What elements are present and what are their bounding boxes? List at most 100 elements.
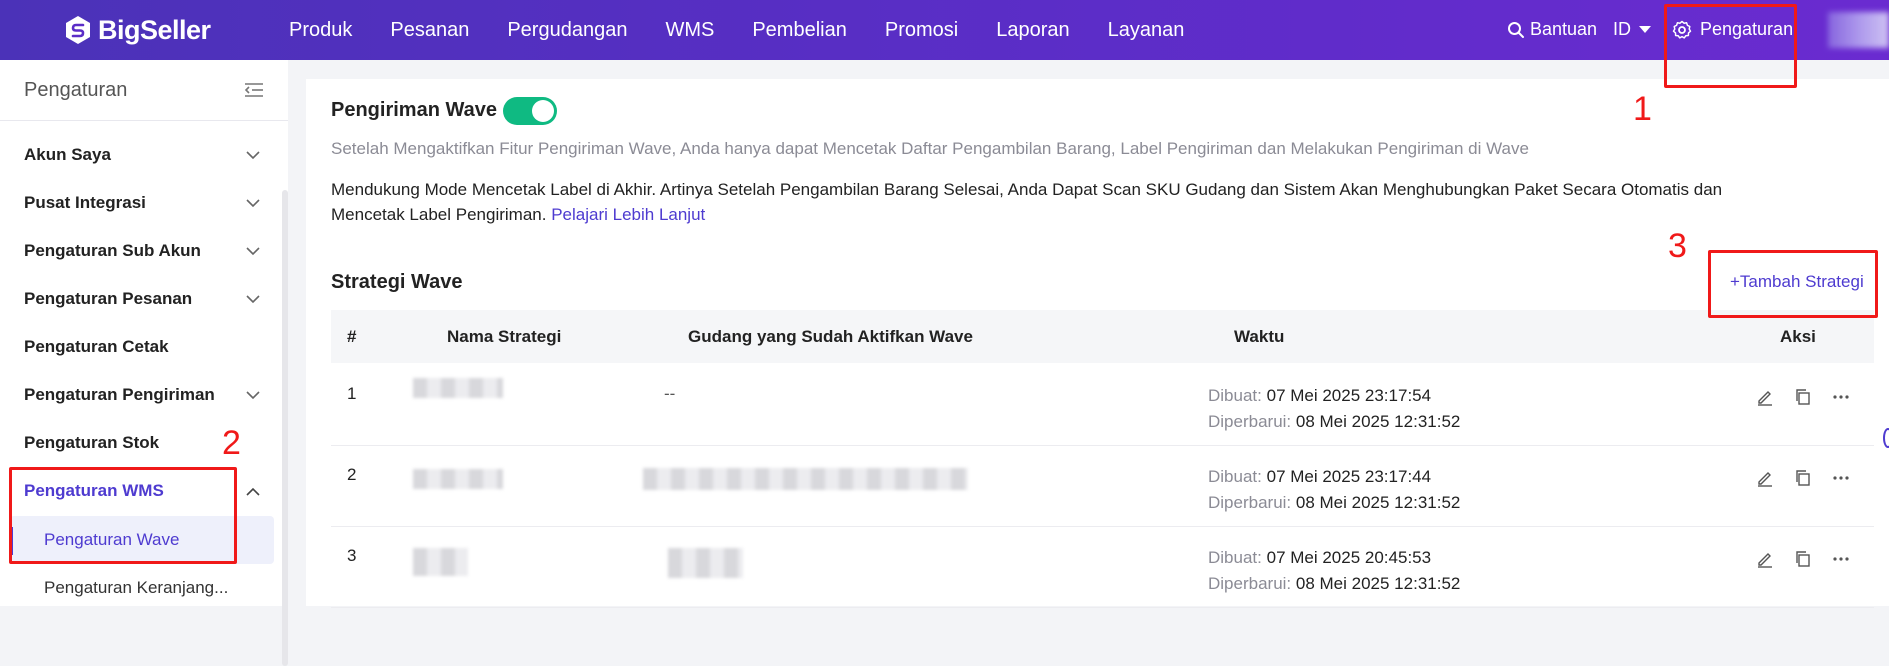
table-header: # Nama Strategi Gudang yang Sudah Aktifk… [331,310,1874,363]
sidebar-item-pengaturan-wms[interactable]: Pengaturan WMS [24,471,260,511]
strategy-name-blurred [413,378,503,398]
updated-label: Diperbarui: [1208,493,1292,512]
more-icon[interactable] [1832,469,1850,487]
time-cell: Dibuat: 07 Mei 2025 23:17:44 Diperbarui:… [1208,464,1460,516]
chevron-up-icon [246,487,260,496]
bigseller-logo-icon [66,16,90,44]
warehouse-names-blurred [643,468,968,490]
sidebar-item-label: Akun Saya [24,145,111,164]
support-text: Mendukung Mode Mencetak Label di Akhir. … [331,180,1723,224]
sidebar-header: Pengaturan [24,60,264,120]
sidebar-divider [0,120,288,121]
table-row: 1 -- Dibuat: 07 Mei 2025 23:17:54 Diperb… [331,364,1874,446]
user-avatar-blurred[interactable] [1828,12,1889,48]
time-cell: Dibuat: 07 Mei 2025 20:45:53 Diperbarui:… [1208,545,1460,597]
sidebar-item-pengaturan-sub-akun[interactable]: Pengaturan Sub Akun [24,231,260,271]
strategy-name-blurred [413,548,468,576]
bigseller-logo[interactable]: BigSeller [64,15,211,45]
chevron-down-icon [246,198,260,207]
sidebar-item-label: Pengaturan Sub Akun [24,241,201,260]
nav-pesanan[interactable]: Pesanan [390,19,469,42]
collapse-sidebar-icon[interactable] [244,82,264,98]
nav-produk[interactable]: Produk [289,19,352,42]
sidebar-item-akun-saya[interactable]: Akun Saya [24,135,260,175]
sidebar-subitem-label: Pengaturan Wave [44,530,180,549]
chevron-down-icon [246,150,260,159]
chevron-down-icon [246,294,260,303]
more-icon[interactable] [1832,550,1850,568]
created-label: Dibuat: [1208,386,1262,405]
top-navigation-bar: BigSeller Produk Pesanan Pergudangan WMS… [0,0,1889,60]
settings-button[interactable]: Pengaturan [1672,19,1793,40]
sidebar-subitem-pengaturan-wave[interactable]: Pengaturan Wave [10,516,274,564]
edit-icon[interactable] [1756,388,1774,406]
nav-pembelian[interactable]: Pembelian [752,19,847,42]
search-icon [1508,21,1524,38]
updated-label: Diperbarui: [1208,574,1292,593]
row-number: 2 [347,465,357,484]
updated-time: 08 Mei 2025 12:31:52 [1295,412,1461,431]
wave-section-title: Pengiriman Wave [331,99,497,121]
copy-icon[interactable] [1794,469,1812,487]
add-strategy-button[interactable]: +Tambah Strategi [1730,272,1864,292]
column-header-actions: Aksi [1780,327,1816,346]
sidebar-item-label: Pengaturan Stok [24,433,160,452]
nav-layanan[interactable]: Layanan [1108,19,1185,42]
warehouse-cell: -- [664,384,676,403]
wave-shipping-toggle[interactable] [503,97,557,125]
settings-label: Pengaturan [1700,19,1794,39]
toggle-knob [532,100,554,122]
created-time: 07 Mei 2025 20:45:53 [1266,548,1432,567]
more-icon[interactable] [1832,388,1850,406]
created-label: Dibuat: [1208,548,1262,567]
row-number: 3 [347,546,357,565]
edit-icon[interactable] [1756,469,1774,487]
wave-description: Setelah Mengaktifkan Fitur Pengiriman Wa… [331,139,1529,158]
sidebar-item-label: Pengaturan Pesanan [24,289,193,308]
language-selector[interactable]: ID [1613,19,1651,40]
sidebar-item-label: Pusat Integrasi [24,193,146,212]
nav-wms[interactable]: WMS [665,19,714,42]
wave-support-text: Mendukung Mode Mencetak Label di Akhir. … [331,177,1731,227]
strategy-name-blurred [413,469,503,489]
nav-promosi[interactable]: Promosi [885,19,958,42]
row-number: 1 [347,384,357,403]
edit-icon[interactable] [1756,550,1774,568]
column-header-number: # [347,327,357,346]
annotation-number-2: 2 [222,424,241,462]
sidebar-item-pengaturan-pesanan[interactable]: Pengaturan Pesanan [24,279,260,319]
sidebar-item-pengaturan-pengiriman[interactable]: Pengaturan Pengiriman [24,375,260,415]
updated-time: 08 Mei 2025 12:31:52 [1295,493,1461,512]
sidebar-subitem-label: Pengaturan Keranjang... [44,578,229,597]
time-cell: Dibuat: 07 Mei 2025 23:17:54 Diperbarui:… [1208,383,1460,435]
sidebar-scrollbar[interactable] [282,190,288,666]
row-actions [1756,388,1870,406]
learn-more-link[interactable]: Pelajari Lebih Lanjut [551,205,705,224]
strategy-section-title: Strategi Wave [331,271,463,293]
nav-pergudangan[interactable]: Pergudangan [507,19,627,42]
chevron-down-icon [246,246,260,255]
created-time: 07 Mei 2025 23:17:44 [1266,467,1432,486]
floating-help-icon[interactable] [1883,428,1889,448]
sidebar-title: Pengaturan [24,78,128,101]
row-actions [1756,550,1870,568]
main-nav: Produk Pesanan Pergudangan WMS Pembelian… [289,0,1222,60]
chevron-down-icon [246,390,260,399]
copy-icon[interactable] [1794,388,1812,406]
sidebar-item-label: Pengaturan WMS [24,481,164,500]
sidebar-subitem-pengaturan-keranjang[interactable]: Pengaturan Keranjang... [10,564,274,612]
brand-name: BigSeller [98,14,211,45]
sidebar-item-pusat-integrasi[interactable]: Pusat Integrasi [24,183,260,223]
gear-icon [1672,20,1692,39]
annotation-number-3: 3 [1668,227,1687,265]
sidebar-item-pengaturan-cetak[interactable]: Pengaturan Cetak [24,327,260,367]
created-label: Dibuat: [1208,467,1262,486]
help-label: Bantuan [1530,19,1598,39]
help-button[interactable]: Bantuan [1507,19,1597,40]
settings-sidebar: Pengaturan Akun Saya Pusat Integrasi Pen… [0,60,288,666]
column-header-time: Waktu [1234,327,1285,346]
copy-icon[interactable] [1794,550,1812,568]
warehouse-names-blurred [668,548,743,578]
main-content: Pengiriman Wave Setelah Mengaktifkan Fit… [306,79,1889,608]
nav-laporan[interactable]: Laporan [996,19,1069,42]
